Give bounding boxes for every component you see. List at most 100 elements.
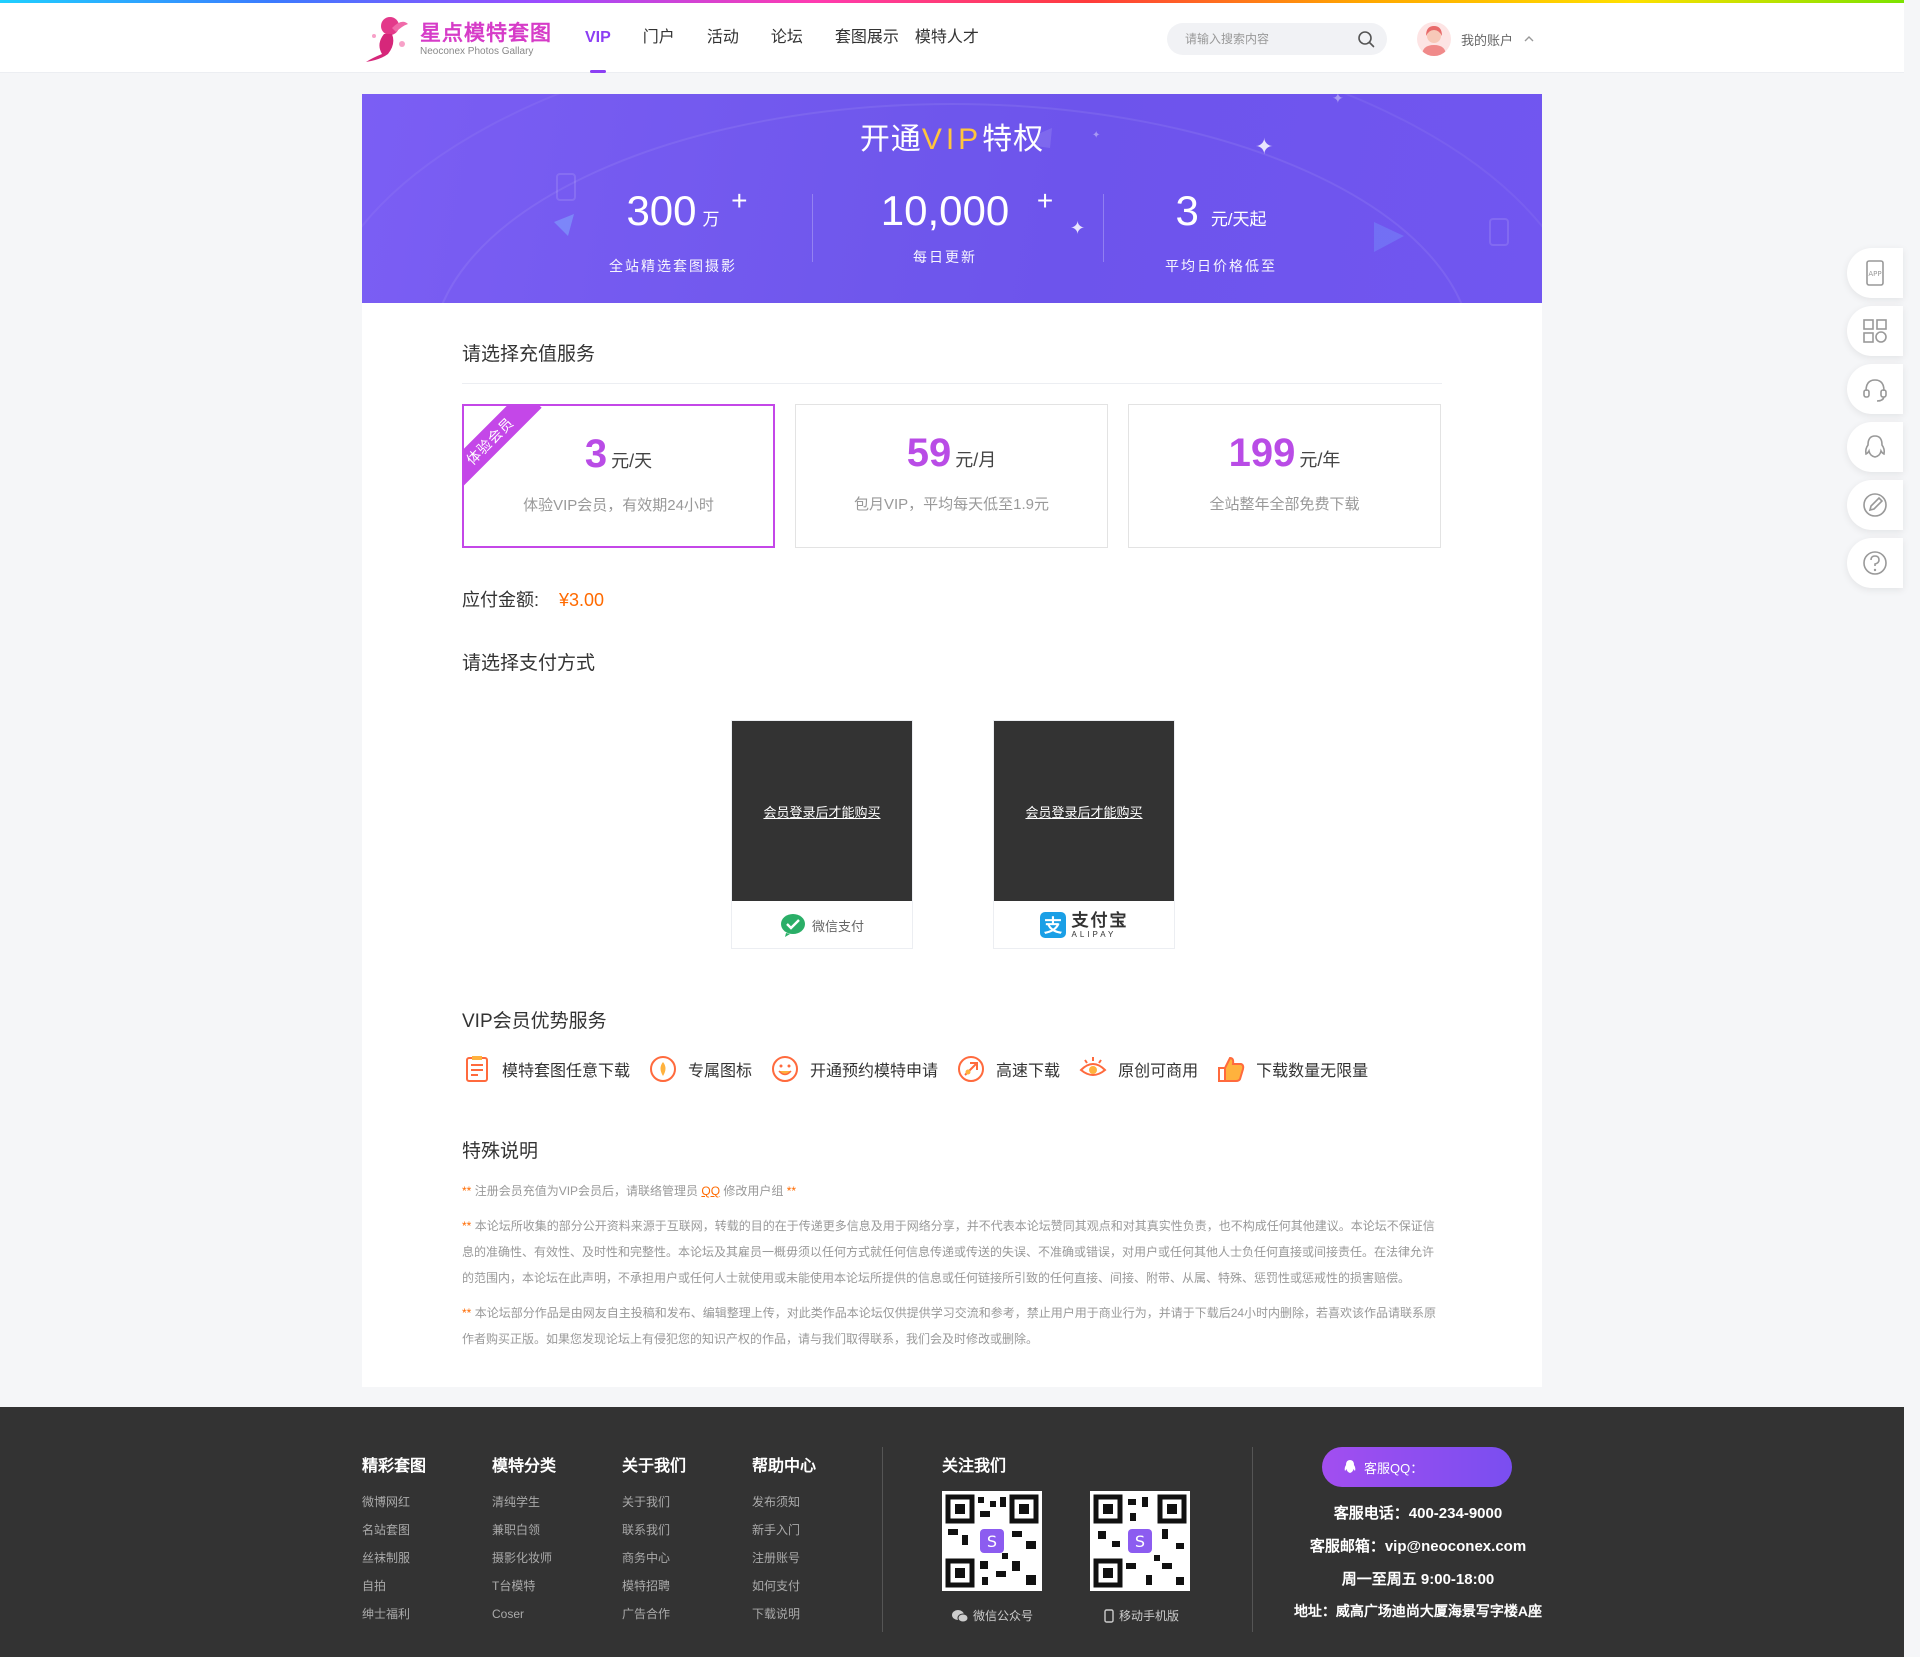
rocket-icon <box>958 1056 985 1082</box>
footer-follow: 关注我们 <box>942 1452 1006 1488</box>
plan-day[interactable]: 体验会员 3 元/天 体验VIP会员，有效期24小时 <box>462 404 775 548</box>
footer-link[interactable]: 广告合作 <box>622 1600 686 1628</box>
note-stars: ** <box>786 1184 797 1198</box>
payable-amount: 应付金额: ¥3.00 <box>462 586 604 612</box>
footer-link[interactable]: 自拍 <box>362 1572 426 1600</box>
nav-vip[interactable]: VIP <box>585 3 611 73</box>
pay-alipay[interactable]: 会员登录后才能购买 支 支付宝 ALIPAY <box>993 720 1175 949</box>
service-hours: 周一至周五 9:00-18:00 <box>1341 1571 1495 1588</box>
login-to-buy-link[interactable]: 会员登录后才能购买 <box>763 802 880 821</box>
advantage-label: 专属图标 <box>688 1063 753 1080</box>
amount-value: ¥3.00 <box>559 590 605 610</box>
footer-link[interactable]: 清纯学生 <box>492 1488 556 1516</box>
wechat-pay-icon <box>780 914 805 937</box>
float-help-button[interactable] <box>1847 538 1903 588</box>
footer-col-gallery: 精彩套图 微博网红 名站套图 丝袜制服 自拍 绅士福利 <box>362 1452 426 1628</box>
stat-unit: 元/天起 <box>1210 210 1267 229</box>
footer-divider <box>1252 1447 1253 1632</box>
float-app-button[interactable]: APP <box>1847 248 1903 298</box>
footer-link[interactable]: 下载说明 <box>752 1600 816 1628</box>
exclusive-badge-icon <box>650 1056 677 1082</box>
site-logo[interactable]: 星点模特套图 Neoconex Photos Gallary <box>362 14 562 64</box>
svg-text:S: S <box>1135 1532 1145 1551</box>
advantages-title: VIP会员优势服务 <box>462 1011 607 1032</box>
app-icon: APP <box>1866 260 1884 286</box>
main-nav: VIP 门户 活动 论坛 套图展示 模特人才 <box>585 3 1011 73</box>
admin-qq-link[interactable]: QQ <box>701 1184 720 1198</box>
mermaid-logo-icon <box>366 17 408 62</box>
footer-link[interactable]: 名站套图 <box>362 1516 426 1544</box>
nav-forum[interactable]: 论坛 <box>771 3 803 73</box>
plan-price: 59 元/月 <box>796 431 1107 476</box>
footer-link[interactable]: 丝袜制服 <box>362 1544 426 1572</box>
service-qq-label: 客服QQ： <box>1364 1460 1424 1476</box>
stat-desc: 平均日价格低至 <box>1165 258 1277 274</box>
note-text: 修改用户组 <box>723 1184 784 1198</box>
pay-wechat[interactable]: 会员登录后才能购买 微信支付 <box>731 720 913 949</box>
stat-value: 3 <box>1175 187 1199 234</box>
plan-year[interactable]: 199 元/年 全站整年全部免费下载 <box>1128 404 1441 548</box>
footer-link[interactable]: 商务中心 <box>622 1544 686 1572</box>
site-footer: 精彩套图 微博网红 名站套图 丝袜制服 自拍 绅士福利 模特分类 清纯学生 兼职… <box>0 1407 1904 1657</box>
logo-title: 星点模特套图 <box>420 22 552 45</box>
office-address: 地址：威高广场迪尚大厦海景写字楼A座 <box>1293 1603 1543 1619</box>
mobile-phone-icon <box>1104 1608 1114 1623</box>
stat-daily: 10,000 + 每日更新 <box>825 185 1065 267</box>
stat-photos: 300 万 + 全站精选套图摄影 <box>553 185 793 276</box>
footer-link[interactable]: 摄影化妆师 <box>492 1544 556 1572</box>
float-qq-button[interactable] <box>1847 422 1903 472</box>
note-stars: ** <box>462 1306 472 1320</box>
plan-desc: 全站整年全部免费下载 <box>1209 496 1360 513</box>
login-to-buy-link[interactable]: 会员登录后才能购买 <box>1025 802 1142 821</box>
wechat-pay-label: 微信支付 <box>732 901 912 949</box>
float-service-button[interactable] <box>1847 364 1903 414</box>
plan-month[interactable]: 59 元/月 包月VIP，平均每天低至1.9元 <box>795 404 1108 548</box>
site-header: 星点模特套图 Neoconex Photos Gallary VIP 门户 活动… <box>0 3 1904 73</box>
float-qrcode-button[interactable] <box>1847 306 1903 356</box>
banner-title-post: 特权 <box>982 123 1045 156</box>
qr-label-text: 移动手机版 <box>1119 1609 1180 1623</box>
float-edit-button[interactable] <box>1847 480 1903 530</box>
footer-link[interactable]: 绅士福利 <box>362 1600 426 1628</box>
search-icon[interactable] <box>1357 30 1375 48</box>
footer-link[interactable]: Coser <box>492 1600 556 1628</box>
search-input[interactable] <box>1185 23 1345 55</box>
amount-label: 应付金额: <box>462 590 540 610</box>
advantages-list: 模特套图任意下载 专属图标 开通预约模特申请 高速下载 原创可商用 下载数量无限… <box>462 1054 1386 1084</box>
nav-portal[interactable]: 门户 <box>643 3 675 73</box>
note-line: ** 本论坛部分作品是由网友自主投稿和发布、编辑整理上传，对此类作品本论坛仅供提… <box>462 1300 1444 1352</box>
plan-desc: 包月VIP，平均每天低至1.9元 <box>853 496 1050 513</box>
footer-link[interactable]: 注册账号 <box>752 1544 816 1572</box>
plan-price: 199 元/年 <box>1129 431 1440 476</box>
plan-price-num: 3 <box>584 432 608 476</box>
wechat-pay-text: 微信支付 <box>811 918 864 934</box>
sparkle-icon: ✦ <box>1332 94 1344 106</box>
nav-events[interactable]: 活动 <box>707 3 739 73</box>
nav-models[interactable]: 模特人才 <box>915 3 979 73</box>
logo-subtitle: Neoconex Photos Gallary <box>420 46 534 57</box>
footer-col-help: 帮助中心 发布须知 新手入门 注册账号 如何支付 下载说明 <box>752 1452 816 1628</box>
footer-link[interactable]: 微博网红 <box>362 1488 426 1516</box>
nav-gallery[interactable]: 套图展示 <box>835 3 899 73</box>
plus-icon: + <box>731 185 748 216</box>
footer-link[interactable]: 发布须知 <box>752 1488 816 1516</box>
account-menu[interactable]: 我的账户 <box>1417 19 1535 59</box>
service-qq-button[interactable]: 客服QQ： <box>1322 1447 1512 1487</box>
footer-col-title: 模特分类 <box>492 1458 557 1475</box>
search-box <box>1167 23 1387 55</box>
footer-link[interactable]: 模特招聘 <box>622 1572 686 1600</box>
plan-price-unit: 元/月 <box>955 450 997 470</box>
stat-value: 10,000 <box>880 187 1010 234</box>
stat-price: 3 元/天起 平均日价格低至 <box>1101 187 1341 276</box>
footer-link[interactable]: 联系我们 <box>622 1516 686 1544</box>
note-text: 本论坛部分作品是由网友自主投稿和发布、编辑整理上传，对此类作品本论坛仅供提供学习… <box>462 1306 1437 1346</box>
footer-link[interactable]: 如何支付 <box>752 1572 816 1600</box>
advantage-label: 开通预约模特申请 <box>810 1063 939 1080</box>
footer-link[interactable]: 关于我们 <box>622 1488 686 1516</box>
recharge-title: 请选择充值服务 <box>462 344 596 365</box>
edit-icon <box>1863 493 1887 517</box>
footer-link[interactable]: 新手入门 <box>752 1516 816 1544</box>
qr-label-text: 微信公众号 <box>973 1609 1034 1623</box>
footer-link[interactable]: 兼职白领 <box>492 1516 556 1544</box>
footer-link[interactable]: T台模特 <box>492 1572 556 1600</box>
